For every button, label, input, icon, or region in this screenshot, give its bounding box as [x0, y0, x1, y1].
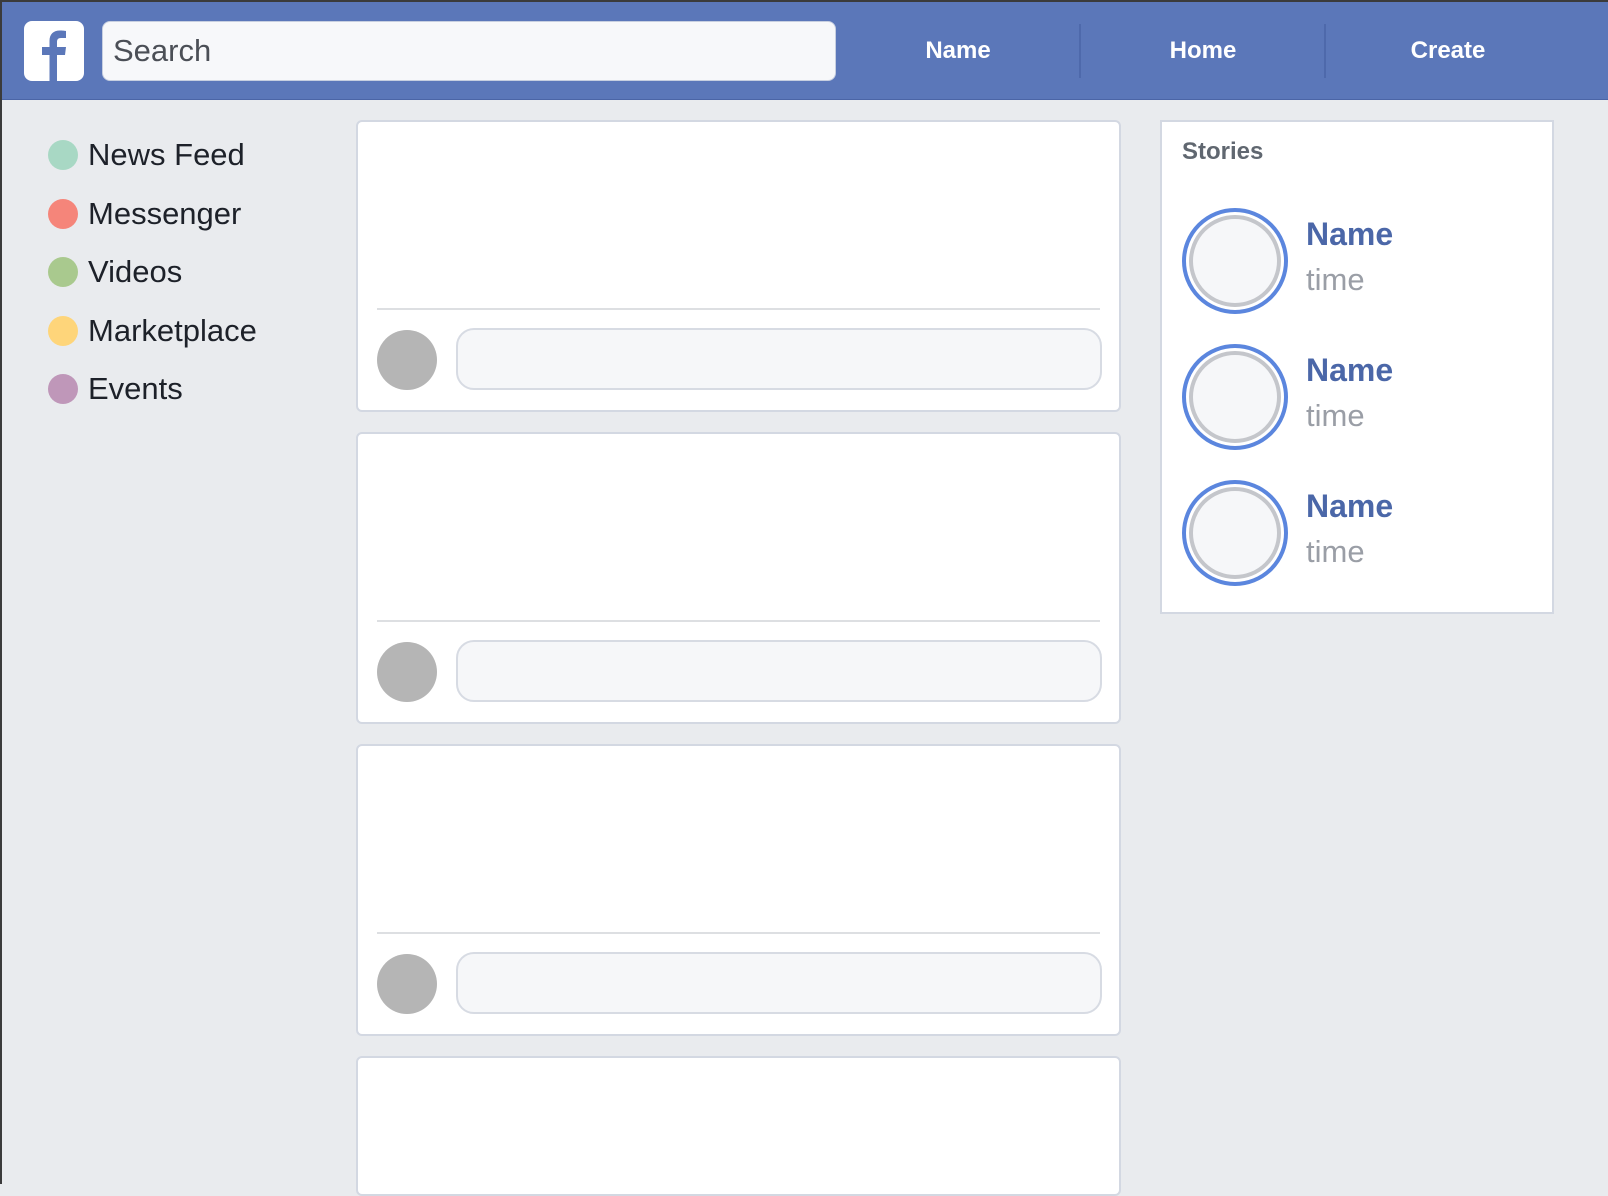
- messenger-dot-icon: [48, 198, 78, 229]
- stories-panel: Stories Name time Name time Name time: [1160, 120, 1554, 614]
- story-avatar-ring: [1182, 344, 1288, 450]
- sidebar-item-label: Videos: [88, 254, 183, 290]
- facebook-logo-icon[interactable]: [24, 21, 84, 81]
- post-card: [356, 432, 1121, 724]
- avatar[interactable]: [377, 330, 437, 390]
- story-name[interactable]: Name: [1306, 216, 1393, 253]
- sidebar-item-videos[interactable]: Videos: [48, 243, 328, 302]
- story-time: time: [1306, 262, 1365, 297]
- comment-input[interactable]: [456, 328, 1102, 390]
- sidebar-item-events[interactable]: Events: [48, 360, 328, 419]
- videos-dot-icon: [48, 257, 78, 288]
- story-time: time: [1306, 398, 1365, 433]
- avatar: [1189, 215, 1281, 307]
- sidebar-item-label: News Feed: [88, 137, 245, 173]
- top-navigation-bar: Name Home Create: [2, 0, 1608, 100]
- events-dot-icon: [48, 374, 78, 405]
- sidebar-item-news-feed[interactable]: News Feed: [48, 126, 328, 185]
- post-card: [356, 120, 1121, 412]
- nav-name-link[interactable]: Name: [836, 2, 1080, 100]
- post-divider: [377, 932, 1100, 934]
- news-feed-dot-icon: [48, 140, 78, 171]
- left-sidebar: News Feed Messenger Videos Marketplace E…: [48, 126, 328, 419]
- story-time: time: [1306, 534, 1365, 569]
- comment-input[interactable]: [456, 952, 1102, 1014]
- sidebar-item-label: Events: [88, 371, 183, 407]
- avatar: [1189, 487, 1281, 579]
- nav-links: Name Home Create: [836, 2, 1608, 100]
- nav-home-link[interactable]: Home: [1081, 2, 1325, 100]
- sidebar-item-label: Marketplace: [88, 312, 257, 348]
- story-item[interactable]: Name time: [1182, 480, 1542, 590]
- facebook-f-icon: [42, 30, 66, 81]
- post-divider: [377, 620, 1100, 622]
- marketplace-dot-icon: [48, 315, 78, 346]
- sidebar-item-messenger[interactable]: Messenger: [48, 185, 328, 244]
- avatar[interactable]: [377, 954, 437, 1014]
- post-card: [356, 1056, 1121, 1196]
- search-input[interactable]: [102, 21, 836, 81]
- stories-title: Stories: [1182, 138, 1264, 165]
- sidebar-item-marketplace[interactable]: Marketplace: [48, 302, 328, 361]
- post-card: [356, 744, 1121, 1036]
- story-item[interactable]: Name time: [1182, 344, 1542, 454]
- nav-create-link[interactable]: Create: [1326, 2, 1570, 100]
- avatar: [1189, 351, 1281, 443]
- story-avatar-ring: [1182, 208, 1288, 314]
- story-item[interactable]: Name time: [1182, 208, 1542, 318]
- story-avatar-ring: [1182, 480, 1288, 586]
- post-divider: [377, 308, 1100, 310]
- avatar[interactable]: [377, 642, 437, 702]
- story-name[interactable]: Name: [1306, 352, 1393, 389]
- sidebar-item-label: Messenger: [88, 195, 242, 231]
- story-name[interactable]: Name: [1306, 488, 1393, 525]
- comment-input[interactable]: [456, 640, 1102, 702]
